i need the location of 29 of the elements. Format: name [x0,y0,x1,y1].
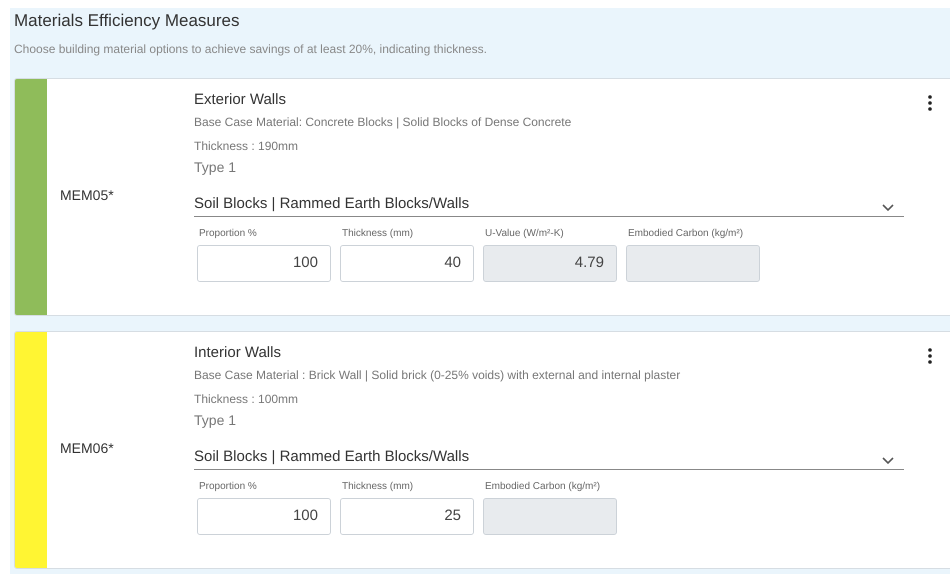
measure-code: MEM05* [60,186,114,204]
more-options-icon[interactable] [928,95,932,111]
type-text: Type 1 [194,158,236,176]
type-text: Type 1 [194,411,236,429]
measure-title: Interior Walls [194,343,281,363]
measure-code: MEM06* [60,438,114,458]
thickness-text: Thickness : 190mm [194,138,298,154]
field-label: Proportion % [198,480,257,494]
chevron-down-icon [882,204,894,212]
material-dropdown[interactable]: Soil Blocks | Rammed Earth Blocks/Walls [194,194,904,217]
chevron-down-icon [882,457,894,465]
number-field[interactable]: 40 [340,245,474,282]
number-field[interactable]: 100 [197,498,331,535]
measure-title: Exterior Walls [194,90,286,110]
thickness-text: Thickness : 100mm [194,391,298,407]
section-subtitle: Choose building material options to achieve savings of at least 20%, indicating thickness. [14,41,487,57]
section-title: Materials Efficiency Measures [14,10,240,32]
field-label: U-Value (W/m²-K) [484,227,564,241]
field-label: Thickness (mm) [341,227,414,241]
more-options-icon[interactable] [928,348,932,364]
base-case-text: Base Case Material: Concrete Blocks | Solid Blocks of Dense Concrete [194,114,572,130]
material-dropdown[interactable]: Soil Blocks | Rammed Earth Blocks/Walls [194,447,904,470]
number-field[interactable]: 25 [340,498,474,535]
field-label: Proportion % [198,227,257,241]
number-field[interactable]: 100 [197,245,331,282]
field-label: Thickness (mm) [341,480,414,494]
base-case-text: Base Case Material : Brick Wall | Solid brick (0-25% voids) with external and internal plaster [194,367,680,383]
field-label: Embodied Carbon (kg/m²) [627,227,744,241]
field-label: Embodied Carbon (kg/m²) [484,480,600,494]
